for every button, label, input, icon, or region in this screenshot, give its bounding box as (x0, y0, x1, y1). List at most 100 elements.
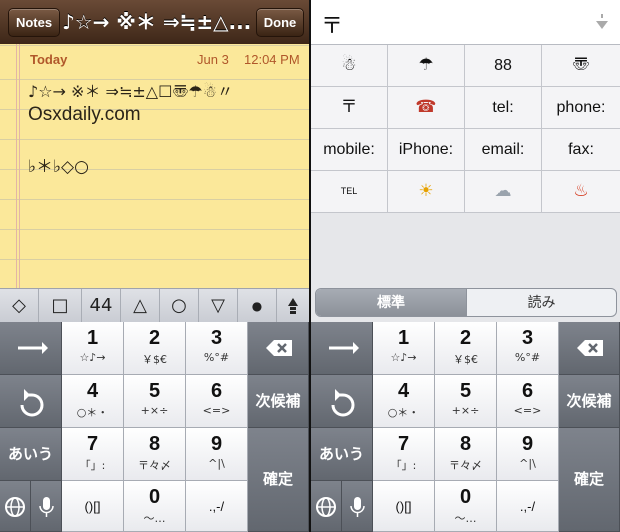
key-sub-label: %°# (203, 351, 230, 364)
input-text: 〒 (321, 14, 344, 39)
collapse-candidates-button[interactable] (593, 12, 611, 34)
delete-key[interactable] (248, 322, 309, 375)
candidate-cell[interactable]: ☂ (388, 45, 465, 87)
note-date-label: Today (30, 52, 68, 67)
kana-mode-key[interactable]: あいう (311, 428, 373, 481)
arrow-right-icon (329, 342, 359, 354)
next-candidate-key[interactable]: 次候補 (559, 375, 620, 428)
suggestion-item[interactable]: ● (238, 289, 277, 323)
confirm-key[interactable]: 確定 (559, 428, 620, 532)
suggestion-item[interactable]: △ (121, 289, 160, 323)
key-0[interactable]: 0 〜… (124, 481, 186, 532)
key-5[interactable]: 5 +×÷ (435, 375, 497, 428)
key-2[interactable]: 2 ￥$€ (435, 322, 497, 375)
suggestion-item[interactable]: 44 (82, 289, 121, 323)
key-2[interactable]: 2 ￥$€ (124, 322, 186, 375)
input-field[interactable] (311, 0, 620, 45)
done-button[interactable]: Done (256, 8, 304, 37)
key-main-label: 9 (210, 433, 223, 455)
margin-line (19, 44, 20, 288)
key-sub-label: 「」: (390, 459, 417, 472)
candidate-cell[interactable]: ♨ (542, 171, 620, 213)
candidate-cell[interactable]: 〒 (311, 87, 388, 129)
key-7[interactable]: 7 「」: (373, 428, 435, 481)
key-8[interactable]: 8 〒々〆 (124, 428, 186, 481)
key-0[interactable]: 0 〜… (435, 481, 497, 532)
key-sub-label: +×÷ (140, 404, 169, 417)
key-main-label: 0 (459, 486, 472, 508)
suggestion-item[interactable]: ▽ (199, 289, 238, 323)
candidate-cell[interactable]: email: (465, 129, 542, 171)
key-sub-label: ○＊・ (387, 406, 420, 419)
backspace-icon (266, 340, 292, 356)
candidate-cell[interactable]: ☁ (465, 171, 542, 213)
key-main-label: 6 (210, 380, 223, 402)
candidate-cell[interactable]: ☃ (311, 45, 388, 87)
key-sub-label: +×÷ (451, 404, 480, 417)
candidate-cell[interactable]: fax: (542, 129, 620, 171)
candidate-cell[interactable]: tel: (465, 87, 542, 129)
key-main-label: 8 (148, 433, 161, 455)
key-5[interactable]: 5 +×÷ (124, 375, 186, 428)
globe-key[interactable] (311, 481, 342, 532)
key-punctuation[interactable]: .,-/ (497, 481, 559, 532)
suggestion-item[interactable]: ◇ (0, 289, 39, 323)
note-title: ♪☆→ ※＊ ⇒≒±△... (62, 10, 252, 34)
candidate-panel: 〒 ☃ ☂ 88 〠 〒 ☎ tel: phone: mobile: iPhon… (311, 0, 620, 532)
next-key[interactable] (311, 322, 373, 375)
confirm-key[interactable]: 確定 (248, 428, 309, 532)
key-9[interactable]: 9 ^|\ (497, 428, 559, 481)
margin-line (16, 44, 17, 288)
key-8[interactable]: 8 〒々〆 (435, 428, 497, 481)
dictation-key[interactable] (31, 481, 62, 532)
key-9[interactable]: 9 ^|\ (186, 428, 248, 481)
key-brackets[interactable]: ()[] (62, 481, 124, 532)
note-line: ♭＊♭◇○ (28, 157, 89, 177)
delete-key[interactable] (559, 322, 620, 375)
segment-standard[interactable]: 標準 (316, 289, 466, 316)
candidate-cell[interactable]: TEL (311, 171, 388, 213)
key-main-label: 3 (210, 327, 223, 349)
note-line: Osxdaily.com (28, 104, 141, 125)
candidate-cell[interactable]: 88 (465, 45, 542, 87)
key-main-label: 3 (521, 327, 534, 349)
segment-reading[interactable]: 読み (467, 289, 616, 316)
key-main-label: 6 (521, 380, 534, 402)
globe-key[interactable] (0, 481, 31, 532)
key-6[interactable]: 6 <=> (186, 375, 248, 428)
undo-key[interactable] (0, 375, 62, 428)
key-punctuation[interactable]: .,-/ (186, 481, 248, 532)
suggestion-item[interactable]: □ (39, 289, 82, 323)
dictation-key[interactable] (342, 481, 373, 532)
key-sub-label: ^|\ (208, 457, 225, 470)
candidate-cell[interactable]: mobile: (311, 129, 388, 171)
key-brackets[interactable]: ()[] (373, 481, 435, 532)
arrow-right-icon (18, 342, 48, 354)
candidate-cell[interactable]: iPhone: (388, 129, 465, 171)
candidate-cell[interactable]: ☀ (388, 171, 465, 213)
key-6[interactable]: 6 <=> (497, 375, 559, 428)
key-main-label: 1 (86, 327, 99, 349)
key-main-label: 8 (459, 433, 472, 455)
key-4[interactable]: 4 ○＊・ (62, 375, 124, 428)
key-main-label: 1 (397, 327, 410, 349)
suggestion-item[interactable]: ○ (160, 289, 199, 323)
key-3[interactable]: 3 %°# (497, 322, 559, 375)
candidate-cell[interactable]: ☎ (388, 87, 465, 129)
undo-key[interactable] (311, 375, 373, 428)
next-candidate-key[interactable]: 次候補 (248, 375, 309, 428)
candidate-cell[interactable]: 〠 (542, 45, 620, 87)
key-1[interactable]: 1 ☆♪→ (62, 322, 124, 375)
notes-back-button[interactable]: Notes (8, 8, 60, 37)
next-key[interactable] (0, 322, 62, 375)
key-sub-label: ○＊・ (76, 406, 109, 419)
key-3[interactable]: 3 %°# (186, 322, 248, 375)
key-main-label: 0 (148, 486, 161, 508)
key-main-label: 7 (86, 433, 99, 455)
kana-mode-key[interactable]: あいう (0, 428, 62, 481)
key-1[interactable]: 1 ☆♪→ (373, 322, 435, 375)
expand-suggestions-button[interactable] (277, 289, 309, 323)
candidate-cell[interactable]: phone: (542, 87, 620, 129)
key-4[interactable]: 4 ○＊・ (373, 375, 435, 428)
key-7[interactable]: 7 「」: (62, 428, 124, 481)
